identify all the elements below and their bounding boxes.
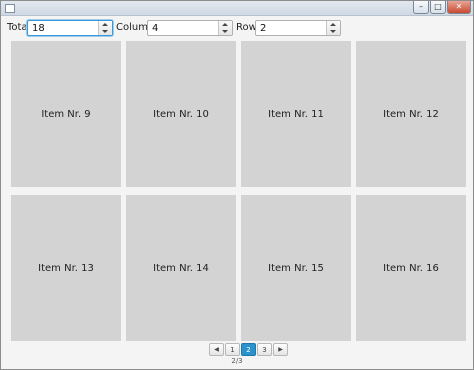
grid-item[interactable]: Item Nr. 15 [241, 195, 351, 341]
spin-down-icon[interactable] [222, 30, 228, 33]
page-button-1[interactable]: 1 [225, 343, 240, 356]
spin-down-icon[interactable] [102, 30, 108, 33]
page-status: 2/3 [231, 357, 243, 365]
grid-item[interactable]: Item Nr. 14 [126, 195, 236, 341]
grid-item-label: Item Nr. 14 [153, 262, 209, 274]
grid-item-label: Item Nr. 16 [383, 262, 439, 274]
total-spinner[interactable]: 18 [27, 20, 113, 36]
columns-spinner[interactable]: 4 [147, 20, 233, 36]
maximize-button[interactable]: □ [430, 1, 446, 14]
grid-item-label: Item Nr. 11 [268, 108, 324, 120]
app-window: – □ ✕ Total 18 Columns 4 Rows 2 Item Nr.… [0, 0, 474, 370]
grid-item-label: Item Nr. 9 [41, 108, 91, 120]
grid-item-label: Item Nr. 15 [268, 262, 324, 274]
grid-item-label: Item Nr. 13 [38, 262, 94, 274]
close-button[interactable]: ✕ [447, 1, 471, 14]
page-button-3[interactable]: 3 [257, 343, 272, 356]
window-controls: – □ ✕ [412, 1, 471, 14]
title-bar[interactable]: – □ ✕ [1, 1, 473, 16]
grid-item-label: Item Nr. 12 [383, 108, 439, 120]
rows-spinner[interactable]: 2 [255, 20, 341, 36]
grid-item[interactable]: Item Nr. 11 [241, 41, 351, 187]
pagination: ◀ 1 2 3 ▶ [209, 343, 288, 356]
grid-item-label: Item Nr. 10 [153, 108, 209, 120]
prev-page-icon[interactable]: ◀ [209, 343, 224, 356]
spin-up-icon[interactable] [102, 23, 108, 26]
page-button-2[interactable]: 2 [241, 343, 256, 356]
rows-spin-buttons[interactable] [326, 21, 340, 35]
item-grid: Item Nr. 9 Item Nr. 10 Item Nr. 11 Item … [11, 41, 466, 341]
grid-item[interactable]: Item Nr. 10 [126, 41, 236, 187]
spin-up-icon[interactable] [222, 23, 228, 26]
grid-item[interactable]: Item Nr. 13 [11, 195, 121, 341]
total-value[interactable]: 18 [32, 23, 45, 34]
settings-toolbar: Total 18 Columns 4 Rows 2 [1, 19, 473, 37]
grid-item[interactable]: Item Nr. 16 [356, 195, 466, 341]
grid-item[interactable]: Item Nr. 9 [11, 41, 121, 187]
rows-value[interactable]: 2 [260, 23, 266, 34]
spin-up-icon[interactable] [330, 23, 336, 26]
columns-spin-buttons[interactable] [218, 21, 232, 35]
minimize-button[interactable]: – [413, 1, 429, 14]
total-spin-buttons[interactable] [98, 21, 112, 35]
spin-down-icon[interactable] [330, 30, 336, 33]
next-page-icon[interactable]: ▶ [273, 343, 288, 356]
grid-item[interactable]: Item Nr. 12 [356, 41, 466, 187]
columns-value[interactable]: 4 [152, 23, 158, 34]
app-icon [5, 4, 15, 13]
